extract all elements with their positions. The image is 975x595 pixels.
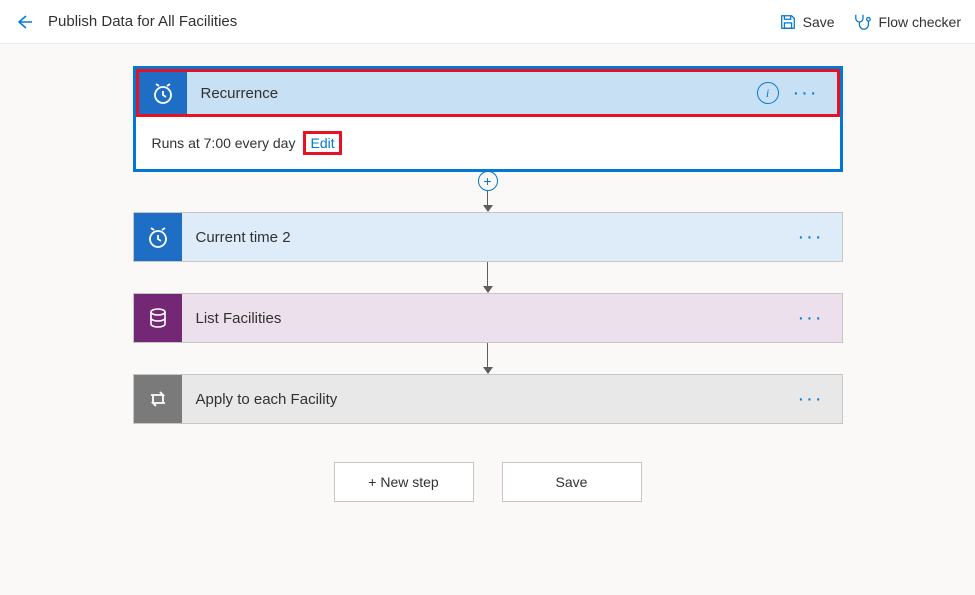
clock-icon [139,72,187,114]
recurrence-description: Runs at 7:00 every day [152,135,296,151]
step-recurrence[interactable]: Recurrence i ··· Runs at 7:00 every day … [133,66,843,172]
save-button[interactable]: Save [779,13,835,31]
connector-1: + [478,172,498,212]
connector-2 [483,262,493,293]
footer-buttons: + New step Save [334,462,642,502]
flow-checker-label: Flow checker [879,14,961,30]
step-list-facilities[interactable]: List Facilities ··· [133,293,843,343]
save-flow-button[interactable]: Save [502,462,642,502]
top-toolbar: Publish Data for All Facilities Save Flo… [0,0,975,44]
step-list-facilities-title: List Facilities [182,310,794,327]
more-menu-recurrence[interactable]: ··· [789,83,823,103]
new-step-button[interactable]: + New step [334,462,474,502]
more-menu-list-facilities[interactable]: ··· [794,308,828,328]
add-step-button-1[interactable]: + [478,171,498,191]
info-icon[interactable]: i [757,82,779,104]
more-menu-apply-each[interactable]: ··· [794,389,828,409]
step-current-time-title: Current time 2 [182,229,794,246]
step-recurrence-title: Recurrence [187,85,757,102]
step-apply-to-each-title: Apply to each Facility [182,391,794,408]
step-apply-to-each[interactable]: Apply to each Facility ··· [133,374,843,424]
more-menu-current-time[interactable]: ··· [794,227,828,247]
back-arrow-icon[interactable] [14,12,34,32]
save-button-label: Save [803,14,835,30]
connector-3 [483,343,493,374]
database-icon [134,294,182,342]
step-current-time[interactable]: Current time 2 ··· [133,212,843,262]
flow-canvas: Recurrence i ··· Runs at 7:00 every day … [0,44,975,522]
loop-icon [134,375,182,423]
step-recurrence-header[interactable]: Recurrence i ··· [136,69,840,117]
save-icon [779,13,797,31]
flow-checker-button[interactable]: Flow checker [853,13,961,31]
flow-title: Publish Data for All Facilities [48,13,237,30]
stethoscope-icon [853,13,873,31]
step-recurrence-body: Runs at 7:00 every day Edit [136,117,840,169]
clock-icon [134,213,182,261]
edit-recurrence-link[interactable]: Edit [303,131,341,155]
